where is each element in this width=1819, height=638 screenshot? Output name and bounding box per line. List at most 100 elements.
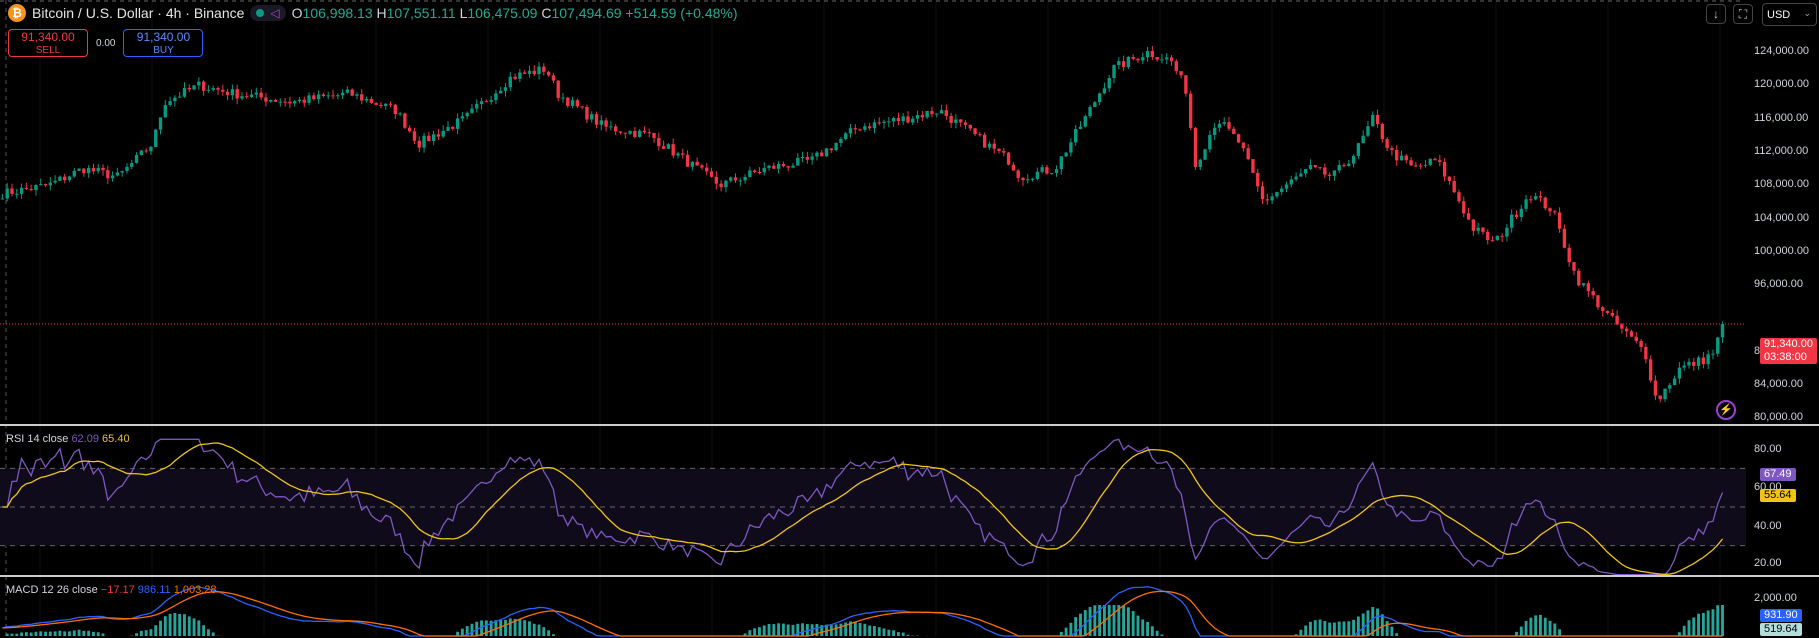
arrow-down-icon[interactable]: ↓ [1706, 4, 1726, 24]
candle [360, 94, 364, 101]
candle [987, 143, 992, 148]
candle [1217, 123, 1222, 128]
candle [115, 172, 120, 176]
candle [1505, 227, 1509, 237]
candle [1169, 57, 1174, 62]
pane-divider[interactable] [0, 575, 1819, 577]
candle [1093, 102, 1097, 108]
candle [1677, 367, 1682, 379]
candle [1380, 124, 1385, 140]
candle [1193, 127, 1198, 167]
candle [642, 130, 647, 133]
candle [690, 161, 695, 167]
candle [1548, 208, 1552, 212]
candle [829, 148, 833, 151]
lightning-icon[interactable]: ⚡ [1716, 400, 1736, 420]
candle [944, 110, 948, 116]
candle [676, 153, 680, 156]
price-axis-label: 120,000.00 [1754, 78, 1810, 91]
candle [1150, 51, 1155, 57]
candle [959, 119, 963, 123]
candle [1280, 188, 1284, 193]
candle [1165, 57, 1169, 60]
candle [1289, 179, 1293, 185]
candle [671, 144, 675, 156]
candle [1179, 71, 1183, 76]
symbol-title[interactable]: Bitcoin / U.S. Dollar · 4h · Binance [32, 5, 244, 21]
currency-select[interactable]: USD ⌄ [1762, 3, 1817, 26]
candle [1395, 149, 1399, 161]
candle [1212, 127, 1217, 135]
price-axis-label: 96,000.00 [1754, 278, 1803, 291]
candle [575, 100, 580, 107]
candle [86, 167, 91, 174]
candle [331, 95, 335, 97]
candle [1404, 155, 1408, 161]
candle [973, 128, 977, 135]
candle [292, 101, 297, 104]
candle [580, 106, 584, 108]
candle [316, 94, 321, 100]
pane-divider[interactable] [0, 424, 1819, 426]
candle [997, 148, 1001, 151]
status-pill[interactable]: ◁ [250, 5, 286, 21]
candle [1347, 163, 1351, 167]
candle [930, 110, 934, 115]
candle [1500, 235, 1504, 237]
candle [154, 129, 158, 147]
candle [1644, 346, 1648, 360]
candle [1141, 57, 1145, 61]
candle [566, 97, 570, 106]
candle [1121, 61, 1126, 67]
rsi-value-tag: 67.49 [1760, 468, 1796, 481]
candle [494, 93, 498, 101]
last-price-tag: 91,340.00 03:38:00 [1760, 338, 1817, 364]
candle [1577, 270, 1581, 286]
sell-button[interactable]: 91,340.00 SELL [8, 29, 88, 57]
candle [1514, 214, 1519, 218]
candle [187, 87, 191, 90]
fullscreen-icon[interactable]: ⛶ [1733, 4, 1753, 24]
candle [824, 148, 829, 157]
chart-canvas[interactable] [0, 0, 1819, 638]
candle [901, 116, 905, 122]
candle [685, 154, 690, 167]
candle [1303, 169, 1308, 174]
macd-line [2, 586, 1723, 637]
price-axis-label: 108,000.00 [1754, 178, 1810, 191]
candle [1342, 165, 1346, 167]
buy-button[interactable]: 91,340.00 BUY [123, 29, 204, 57]
candle [1112, 65, 1116, 78]
candle [949, 115, 953, 123]
candle [1026, 179, 1030, 181]
candle [776, 164, 781, 169]
candle [546, 71, 551, 76]
candle [786, 166, 790, 168]
candle [561, 97, 565, 99]
candle [1409, 160, 1413, 166]
candle [858, 129, 862, 131]
candle [1136, 58, 1140, 61]
candle [1615, 315, 1619, 325]
candle [637, 130, 642, 137]
candle [877, 122, 881, 124]
candle [1117, 61, 1121, 66]
candle [1481, 227, 1485, 232]
candle [508, 76, 512, 88]
candle [1002, 150, 1006, 153]
candle [19, 187, 24, 194]
candle [479, 101, 484, 105]
candle [1701, 357, 1706, 365]
candle [53, 180, 57, 183]
candle [182, 87, 187, 97]
candle [1078, 126, 1083, 129]
candle [1356, 143, 1361, 156]
candle [288, 101, 292, 104]
candle [101, 167, 105, 171]
macd-value-tag: 931.90 [1760, 609, 1802, 622]
rsi-axis-label: 40.00 [1754, 520, 1782, 532]
candle [403, 113, 407, 128]
candle [43, 184, 48, 186]
market-open-icon [256, 9, 265, 17]
candle [1308, 165, 1313, 170]
